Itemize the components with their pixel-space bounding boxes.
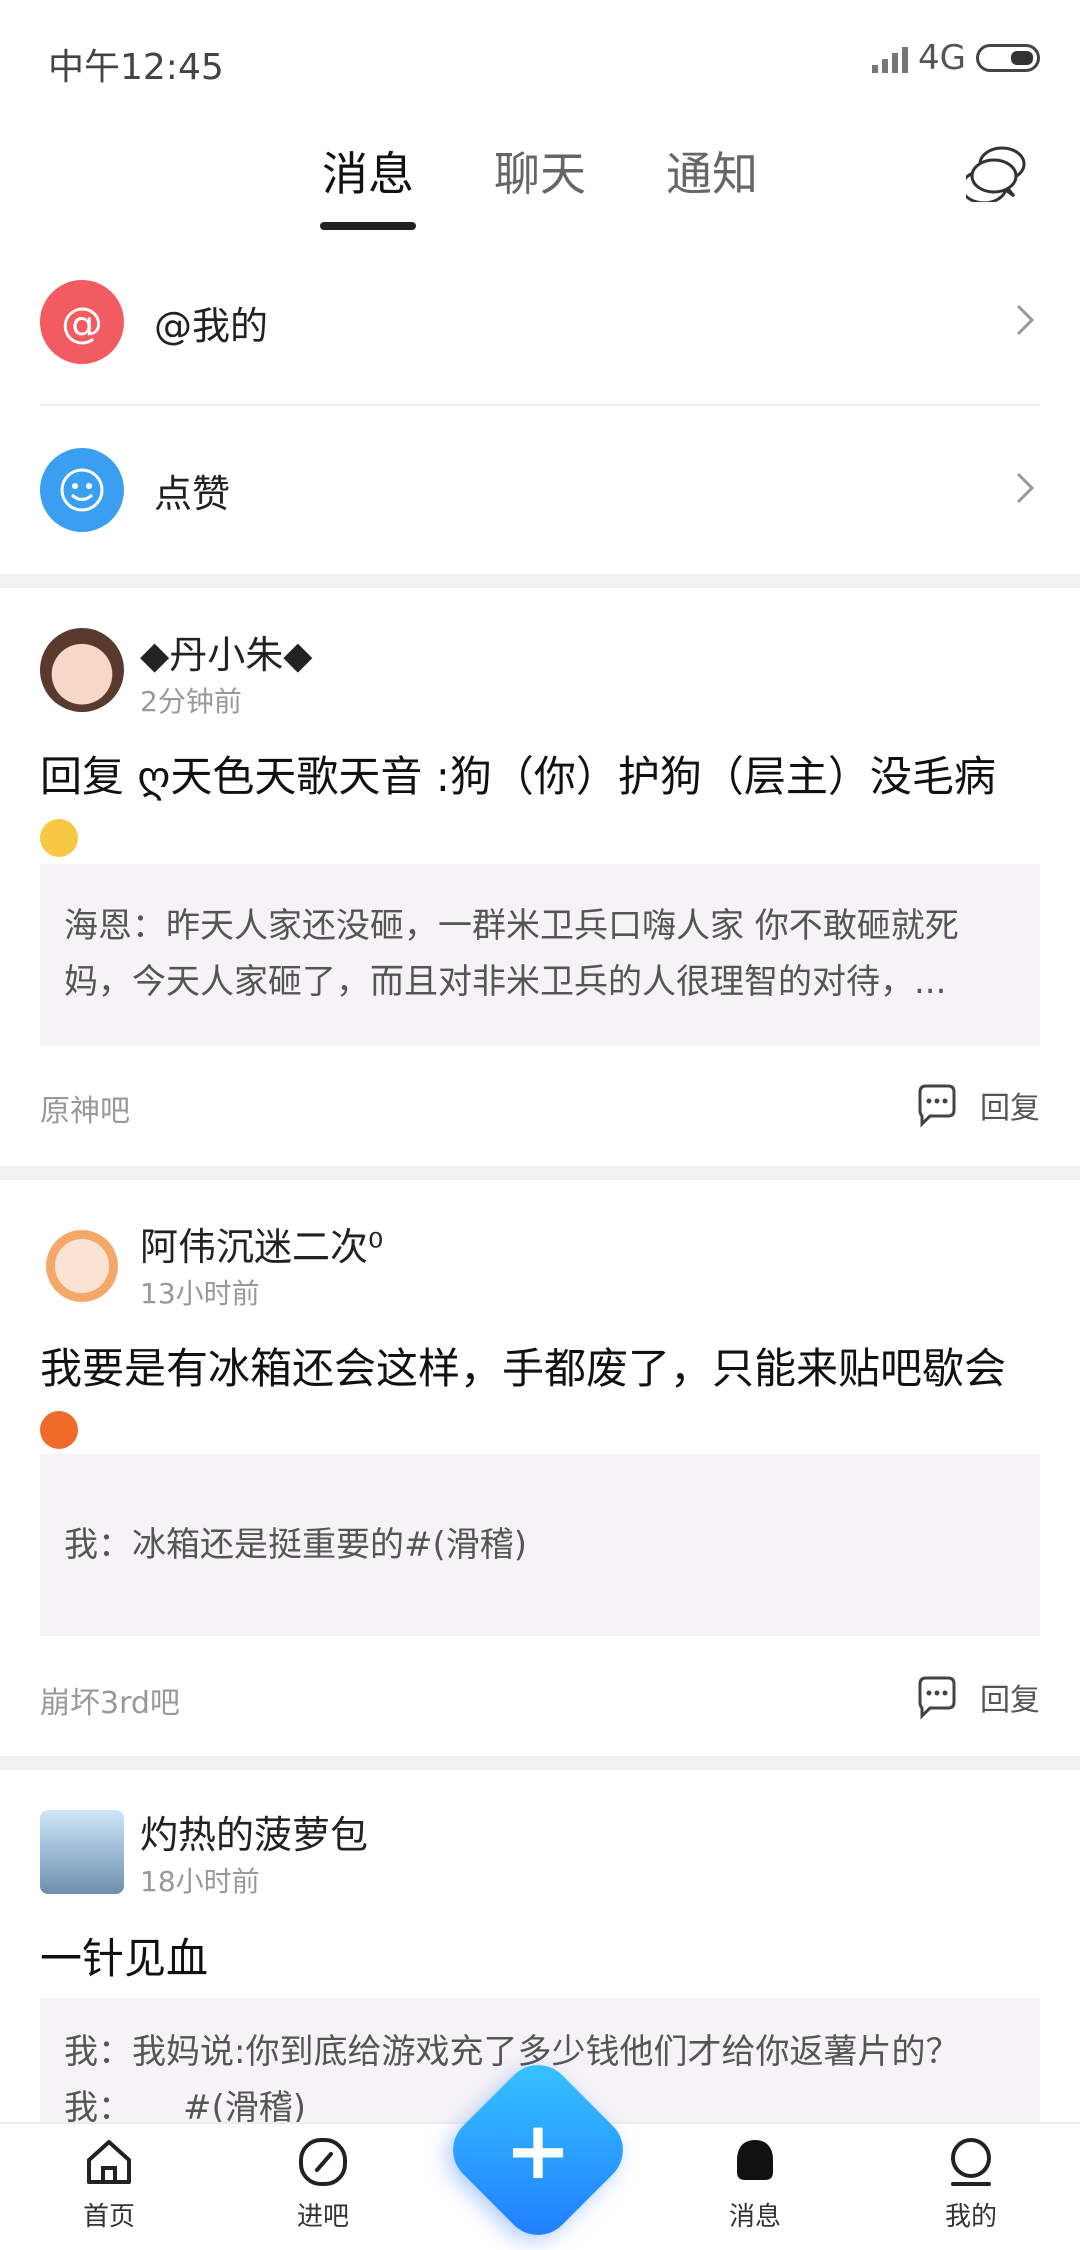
like-icon (40, 448, 124, 532)
status-icons: 4G (872, 38, 1040, 78)
likes-label: 点赞 (154, 471, 231, 516)
section-gap (0, 1756, 1080, 1770)
mentions-row[interactable]: @ @我的 (40, 262, 1040, 382)
post-username[interactable]: ◆丹小朱◆ (140, 624, 312, 679)
nav-home-label: 首页 (82, 2202, 135, 2232)
tab-notice[interactable]: 通知 (666, 138, 758, 204)
network-type: 4G (918, 38, 966, 78)
signal-icon (872, 43, 909, 73)
forum-name[interactable]: 崩坏3rd吧 (40, 1678, 180, 1722)
post-time: 13小时前 (140, 1277, 260, 1310)
plus-icon[interactable]: + (468, 2080, 608, 2220)
reply-button[interactable]: 回复 (914, 1674, 1040, 1720)
forum-name[interactable]: 原神吧 (40, 1086, 130, 1130)
nav-me-label: 我的 (944, 2202, 997, 2232)
avatar[interactable] (40, 1810, 124, 1894)
emoji-icon (40, 818, 78, 857)
section-gap (0, 574, 1080, 588)
chevron-right-icon (1016, 304, 1035, 336)
comment-icon (918, 1084, 956, 1128)
post-time: 2分钟前 (140, 685, 242, 718)
status-bar: 中午12:45 4G (0, 0, 1080, 118)
likes-row[interactable]: 点赞 (40, 430, 1040, 550)
home-icon (87, 2140, 131, 2184)
post-card[interactable]: 阿伟沉迷二次⁰ 13小时前 我要是有冰箱还会这样，手都废了，只能来贴吧歇会 我：… (0, 1180, 1080, 1750)
active-tab-indicator (320, 222, 416, 230)
post-content: 回复 ღ天色天歌天音 :狗（你）护狗（层主）没毛病 (40, 748, 1040, 864)
quoted-comment[interactable]: 海恩：昨天人家还没砸，一群米卫兵口嗨人家 你不敢砸就死妈，今天人家砸了，而且对非… (40, 864, 1040, 1046)
battery-icon (976, 44, 1040, 72)
tab-messages[interactable]: 消息 (322, 138, 414, 204)
quoted-comment[interactable]: 我：冰箱还是挺重要的#(滑稽) (40, 1454, 1040, 1636)
nav-enter[interactable]: 进吧 (248, 2134, 398, 2233)
quoted-comment-text: 我：冰箱还是挺重要的#(滑稽) (64, 1525, 528, 1565)
reply-label: 回复 (980, 1683, 1040, 1718)
nav-messages-label: 消息 (728, 2202, 781, 2232)
status-time: 中午12:45 (48, 47, 224, 88)
chevron-right-icon (1016, 472, 1035, 504)
divider (40, 404, 1040, 406)
post-username[interactable]: 阿伟沉迷二次⁰ (140, 1216, 383, 1271)
tab-chat[interactable]: 聊天 (494, 138, 586, 204)
post-content-text: 回复 ღ天色天歌天音 :狗（你）护狗（层主）没毛病 (40, 752, 996, 801)
compass-icon (299, 2138, 347, 2186)
top-tabs: 消息 聊天 通知 (0, 138, 1080, 238)
post-card[interactable]: ◆丹小朱◆ 2分钟前 回复 ღ天色天歌天音 :狗（你）护狗（层主）没毛病 海恩：… (0, 588, 1080, 1160)
at-icon: @ (40, 280, 124, 364)
reply-button[interactable]: 回复 (914, 1082, 1040, 1128)
post-username[interactable]: 灼热的菠萝包 (140, 1804, 368, 1859)
avatar[interactable] (40, 628, 124, 712)
profile-icon (951, 2138, 991, 2186)
angry-emoji-icon (40, 1410, 78, 1449)
nav-enter-label: 进吧 (296, 2202, 349, 2232)
post-content: 我要是有冰箱还会这样，手都废了，只能来贴吧歇会 (40, 1340, 1040, 1456)
comment-icon (918, 1676, 956, 1720)
section-gap (0, 1166, 1080, 1180)
post-time: 18小时前 (140, 1865, 260, 1898)
quoted-comment-text: 海恩：昨天人家还没砸，一群米卫兵口嗨人家 你不敢砸就死妈，今天人家砸了，而且对非… (64, 906, 959, 1002)
post-content: 一针见血 (40, 1934, 209, 1983)
bell-icon (737, 2140, 773, 2180)
nav-home[interactable]: 首页 (34, 2134, 184, 2233)
mentions-label: @我的 (154, 303, 269, 348)
nav-me[interactable]: 我的 (896, 2134, 1046, 2233)
chat-bubble-icon[interactable] (966, 138, 1030, 202)
post-content-text: 我要是有冰箱还会这样，手都废了，只能来贴吧歇会 (40, 1344, 1007, 1393)
avatar[interactable] (40, 1224, 124, 1308)
reply-label: 回复 (980, 1091, 1040, 1126)
nav-messages[interactable]: 消息 (680, 2134, 830, 2233)
